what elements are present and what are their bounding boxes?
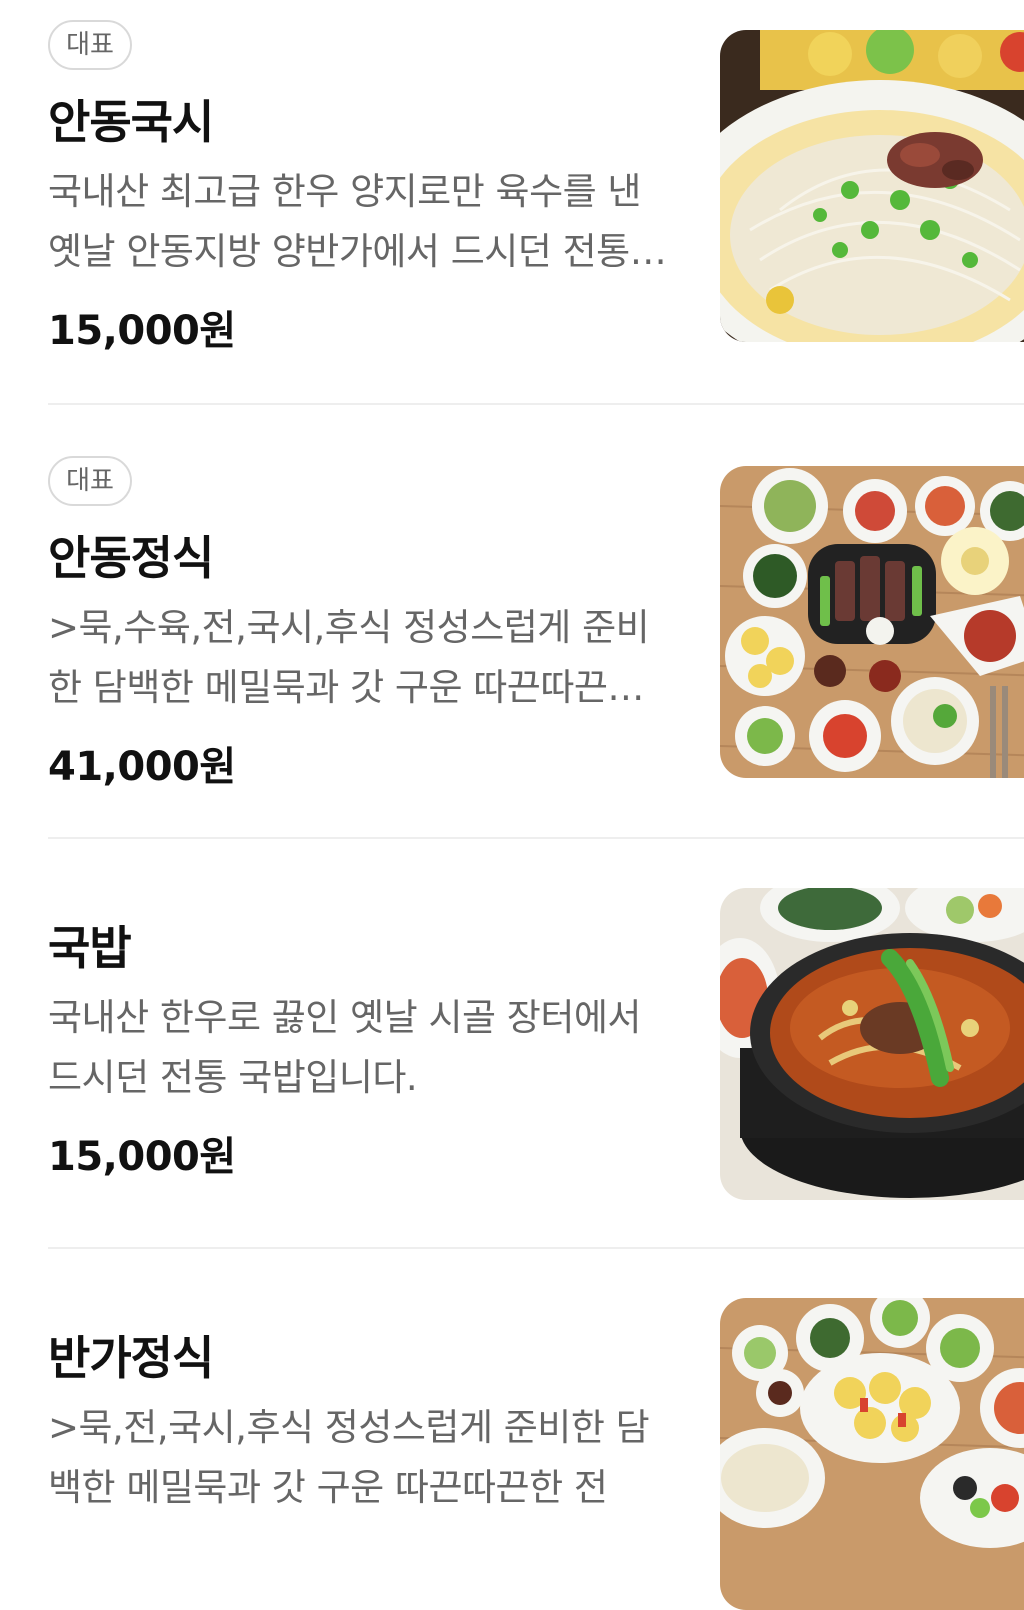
menu-item-banga-jeongsik[interactable]: 반가정식 >묵,전,국시,후식 정성스럽게 준비한 담백한 메밀묵과 갓 구운 … — [0, 1248, 1024, 1610]
menu-item-price: 41,000원 — [48, 744, 236, 790]
menu-item-andong-guksi[interactable]: 대표 안동국시 국내산 최고급 한우 양지로만 육수를 낸 옛날 안동지방 양반… — [0, 0, 1024, 404]
menu-item-name: 안동정식 — [48, 531, 214, 585]
signature-badge: 대표 — [48, 456, 132, 506]
menu-item-gukbap[interactable]: 국밥 국내산 한우로 끓인 옛날 시골 장터에서 드시던 전통 국밥입니다. 1… — [0, 838, 1024, 1248]
signature-badge: 대표 — [48, 20, 132, 70]
menu-item-name: 안동국시 — [48, 95, 214, 149]
menu-item-description: >묵,수육,전,국시,후식 정성스럽게 준비한 담백한 메밀묵과 갓 구운 따끈… — [48, 606, 650, 709]
menu-item-price: 15,000원 — [48, 308, 236, 354]
menu-item-andong-jeongsik[interactable]: 대표 안동정식 >묵,수육,전,국시,후식 정성스럽게 준비한 담백한 메밀묵과… — [0, 404, 1024, 838]
menu-item-photo — [720, 30, 1024, 342]
menu-item-photo — [720, 1298, 1024, 1610]
menu-item-description: >묵,전,국시,후식 정성스럽게 준비한 담백한 메밀묵과 갓 구운 따끈따끈한… — [48, 1406, 650, 1509]
menu-item-description: 국내산 최고급 한우 양지로만 육수를 낸 옛날 안동지방 양반가에서 드시던 … — [48, 170, 641, 273]
menu-item-price: 15,000원 — [48, 1134, 236, 1180]
menu-item-photo — [720, 888, 1024, 1200]
menu-item-name: 반가정식 — [48, 1331, 214, 1385]
menu-item-description: 국내산 한우로 끓인 옛날 시골 장터에서 드시던 전통 국밥입니다. — [48, 996, 641, 1099]
menu-item-photo — [720, 466, 1024, 778]
menu-item-name: 국밥 — [48, 921, 132, 975]
